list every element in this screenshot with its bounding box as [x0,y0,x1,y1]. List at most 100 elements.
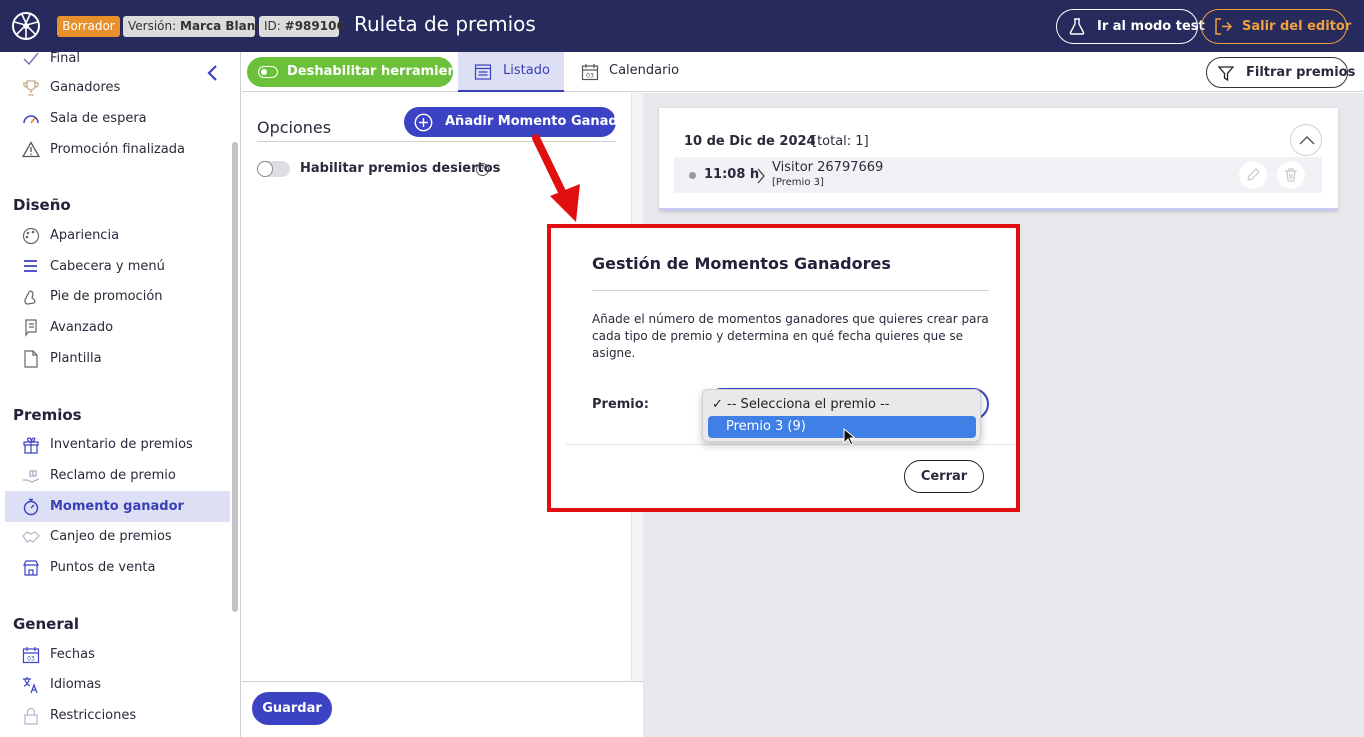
version-label: Versión: [128,19,177,33]
modal-title: Gestión de Momentos Ganadores [592,254,891,273]
sidebar-item-reclamo-de-premio[interactable]: Reclamo de premio [5,460,230,491]
test-mode-button[interactable]: Ir al modo test [1056,9,1205,44]
modal-divider [592,290,989,291]
sidebar-item-final[interactable]: Final [5,52,230,74]
disable-tool-button[interactable]: Deshabilitar herramienta [247,57,472,87]
card-date: 10 de Dic de 2024 [684,134,816,149]
options-title: Opciones [257,118,332,137]
sidebar-item-label: Plantilla [50,351,102,366]
status-dot [689,172,696,179]
sidebar-item-label: Momento ganador [50,499,184,514]
chevron-up-icon [1299,136,1315,145]
translate-icon [23,677,38,694]
sidebar-item-idiomas[interactable]: Idiomas [5,669,230,700]
palette-icon [22,227,40,245]
sidebar-item-label: Restricciones [50,708,137,723]
sidebar-item-inventario-de-premios[interactable]: Inventario de premios [5,429,230,460]
filter-prizes-button[interactable]: Filtrar premios [1206,57,1355,88]
file-icon [24,350,38,368]
list-icon [474,64,492,80]
footprint-icon [24,290,36,305]
card-total: [total: 1] [812,134,869,149]
sidebar-item-cabecera-y-menu[interactable]: Cabecera y menú [5,251,230,282]
calendar-icon: 03 [581,64,599,81]
filter-icon [1218,66,1234,81]
hand-gift-icon [23,470,40,483]
annotation-arrow-icon [532,134,580,222]
check-icon [23,52,39,66]
dropdown-option[interactable]: ✓ -- Selecciona el premio -- [712,397,889,412]
sidebar-item-label: Avanzado [50,320,114,335]
tab-calendario-label: Calendario [609,63,680,78]
sidebar-item-ganadores[interactable]: Ganadores [5,72,230,103]
dropdown-option-highlighted[interactable]: Premio 3 (9) [708,416,976,438]
trophy-icon [23,80,39,96]
sidebar-item-label: Cabecera y menú [50,259,165,274]
lock-icon [24,707,38,725]
sidebar-item-label: Apariencia [50,228,120,243]
modal-footer-divider [566,444,1015,445]
exit-icon [1215,18,1232,35]
check-icon: ✓ [712,397,723,412]
version-value: Marca Blanca [180,19,271,33]
handshake-icon [22,531,40,543]
sidebar-item-label: Sala de espera [50,111,147,126]
tab-listado-label: Listado [503,63,550,78]
sidebar-item-restricciones[interactable]: Restricciones [5,700,230,731]
exit-editor-label: Salir del editor [1242,19,1352,34]
speedometer-icon [23,115,39,124]
sidebar-item-fechas[interactable]: 03 Fechas [5,639,230,670]
sidebar-item-avanzado[interactable]: Avanzado [5,312,230,343]
sidebar-item-label: Ganadores [50,80,121,95]
dropdown-option-label: -- Selecciona el premio -- [727,397,890,412]
entry-visitor: Visitor 26797669 [772,160,884,175]
filter-prizes-label: Filtrar premios [1246,65,1356,80]
desert-prizes-toggle[interactable] [257,161,290,177]
page-title: Ruleta de premios [354,12,536,36]
sidebar-item-label: Puntos de venta [50,560,156,575]
sidebar-item-apariencia[interactable]: Apariencia [5,220,230,251]
save-button[interactable]: Guardar [252,692,332,725]
pencil-icon [1247,168,1260,181]
sidebar-item-plantilla[interactable]: Plantilla [5,343,230,374]
menu-icon [24,260,37,272]
prize-label: Premio: [592,397,649,412]
draft-badge: Borrador [57,16,120,37]
sidebar-item-momento-ganador[interactable]: Momento ganador [5,491,230,522]
sidebar-item-label: Canjeo de premios [50,529,172,544]
stopwatch-icon [23,498,39,516]
document-code-icon [25,319,37,337]
add-winning-moment-label: Añadir Momento Ganador [445,114,634,129]
sidebar-item-label: Final [50,52,80,66]
sidebar-item-puntos-de-venta[interactable]: Puntos de venta [5,552,230,583]
wheel-logo-icon[interactable] [11,11,41,41]
sidebar-item-pie-de-promocion[interactable]: Pie de promoción [5,281,230,312]
trash-icon [1285,168,1297,182]
svg-text:03: 03 [586,73,594,80]
plus-circle-icon [414,113,433,132]
sidebar-scrollbar[interactable] [232,142,238,612]
warning-icon [22,141,40,158]
sidebar-item-label: Reclamo de premio [50,468,176,483]
close-button[interactable]: Cerrar [904,460,984,493]
flask-icon [1069,18,1085,35]
tab-listado[interactable]: Listado [458,52,564,92]
help-icon[interactable]: ? [476,163,489,176]
edit-button[interactable] [1239,161,1267,189]
add-winning-moment-button[interactable]: Añadir Momento Ganador [404,107,633,137]
collapse-card-button[interactable] [1290,124,1322,156]
sidebar-item-canjeo-de-premios[interactable]: Canjeo de premios [5,521,230,552]
exit-editor-button[interactable]: Salir del editor [1201,9,1351,44]
sidebar-item-sala-de-espera[interactable]: Sala de espera [5,103,230,134]
store-icon [23,560,39,576]
delete-button[interactable] [1277,161,1305,189]
section-title-premios: Premios [13,406,82,424]
svg-text:03: 03 [27,656,35,663]
tab-calendario[interactable]: 03 Calendario [572,52,682,92]
section-title-diseno: Diseño [13,196,71,214]
id-label: ID: [264,19,281,33]
id-badge: ID: #989106 [259,16,345,37]
sidebar-item-promocion-finalizada[interactable]: Promoción finalizada [5,134,230,165]
sidebar-item-label: Inventario de premios [50,437,193,452]
toggle-icon [258,66,278,78]
